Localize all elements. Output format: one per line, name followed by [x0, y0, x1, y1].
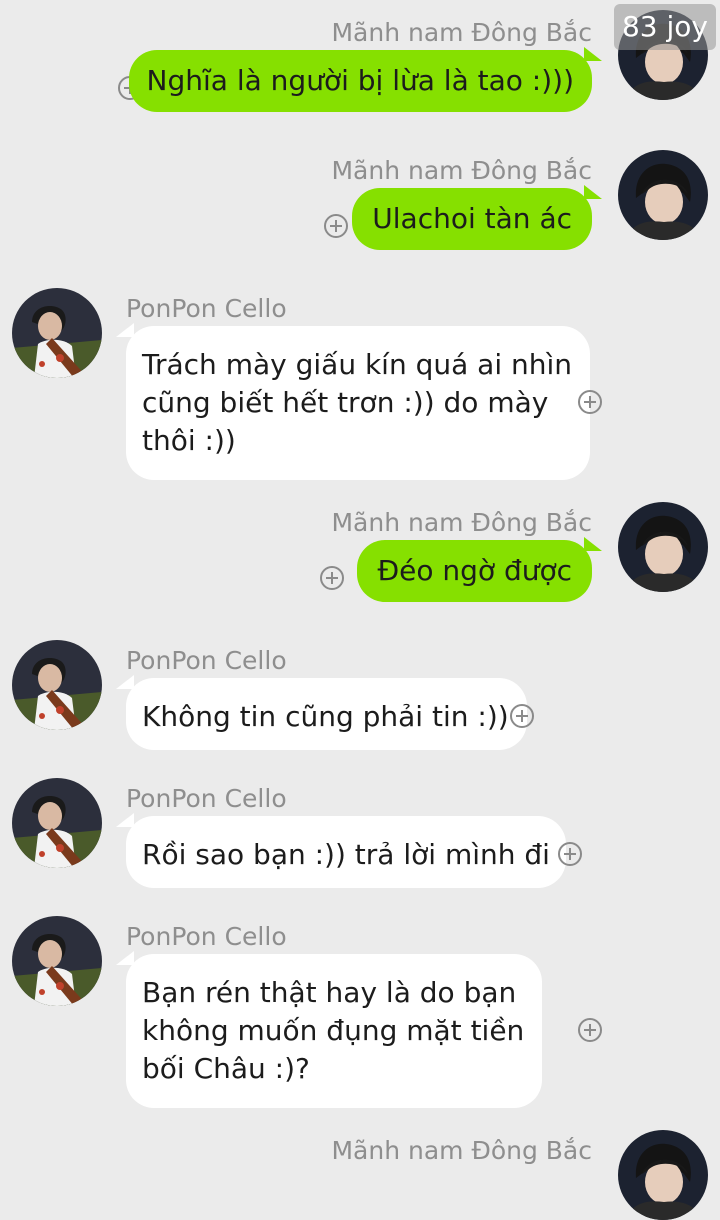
outgoing-message[interactable]: Ulachoi tàn ác: [352, 185, 602, 250]
outgoing-message[interactable]: Nghĩa là người bị lừa là tao :))): [128, 47, 603, 112]
incoming-message[interactable]: Trách mày giấu kín quá ai nhìn cũng biết…: [115, 323, 591, 480]
message-text: Không tin cũng phải tin :)): [142, 700, 509, 733]
message-text: Rồi sao bạn :)) trả lời mình đi: [142, 838, 550, 871]
message-text: không muốn đụng mặt tiền: [142, 1014, 525, 1047]
plus-circle-icon[interactable]: [558, 842, 582, 866]
message-text: Bạn rén thật hay là do bạn: [142, 976, 517, 1009]
avatar[interactable]: [12, 288, 102, 378]
avatar-photo-icon: [12, 778, 102, 868]
message-text: Ulachoi tàn ác: [372, 202, 572, 235]
message-text: thôi :)): [142, 424, 236, 457]
watermark-label: 83 joy: [613, 4, 716, 50]
message-text: cũng biết hết trơn :)) do mày: [142, 386, 549, 419]
sender-name: PonPon Cello: [126, 784, 287, 813]
avatar-photo-icon: [618, 1130, 708, 1220]
plus-circle-icon[interactable]: [578, 390, 602, 414]
avatar[interactable]: [12, 916, 102, 1006]
avatar-photo-icon: [618, 150, 708, 240]
sender-name: Mãnh nam Đông Bắc: [331, 156, 592, 185]
incoming-message[interactable]: Không tin cũng phải tin :)): [116, 675, 527, 750]
message-text: Trách mày giấu kín quá ai nhìn: [142, 348, 573, 381]
sender-name: Mãnh nam Đông Bắc: [331, 18, 592, 47]
sender-name: Mãnh nam Đông Bắc: [331, 508, 592, 537]
plus-circle-icon[interactable]: [324, 214, 348, 238]
avatar[interactable]: [12, 640, 102, 730]
message-text: Đéo ngờ được: [377, 554, 572, 587]
incoming-message[interactable]: Rồi sao bạn :)) trả lời mình đi: [116, 813, 566, 888]
outgoing-message[interactable]: Đéo ngờ được: [357, 537, 602, 602]
avatar-photo-icon: [12, 640, 102, 730]
avatar-photo-icon: [12, 916, 102, 1006]
plus-circle-icon[interactable]: [510, 704, 534, 728]
avatar-photo-icon: [12, 288, 102, 378]
avatar[interactable]: [12, 778, 102, 868]
avatar-photo-icon: [618, 502, 708, 592]
sender-name: Mãnh nam Đông Bắc: [331, 1136, 592, 1165]
plus-circle-icon[interactable]: [578, 1018, 602, 1042]
incoming-message[interactable]: Bạn rén thật hay là do bạn không muốn đụ…: [115, 951, 543, 1108]
message-text: Nghĩa là người bị lừa là tao :))): [146, 64, 574, 97]
avatar[interactable]: [618, 1130, 708, 1220]
avatar[interactable]: [618, 502, 708, 592]
sender-name: PonPon Cello: [126, 922, 287, 951]
message-text: bối Châu :)?: [142, 1052, 310, 1085]
sender-name: PonPon Cello: [126, 294, 287, 323]
sender-name: PonPon Cello: [126, 646, 287, 675]
plus-circle-icon[interactable]: [320, 566, 344, 590]
avatar[interactable]: [618, 150, 708, 240]
